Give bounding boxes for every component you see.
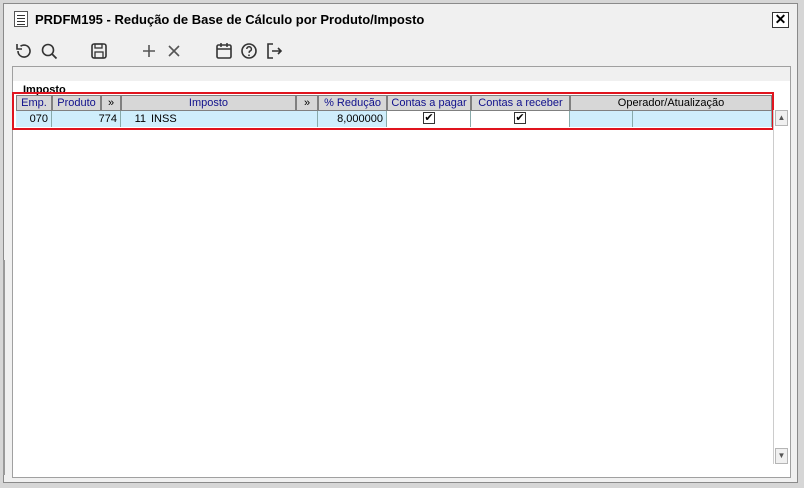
main-window: PRDFM195 - Redução de Base de Cálculo po… bbox=[3, 3, 798, 483]
window-title: PRDFM195 - Redução de Base de Cálculo po… bbox=[35, 12, 425, 27]
document-icon bbox=[14, 11, 28, 27]
content-header-strip bbox=[13, 67, 790, 81]
scroll-down-icon[interactable]: ▼ bbox=[775, 448, 788, 464]
grid-highlight-border bbox=[12, 92, 774, 130]
help-icon[interactable] bbox=[238, 40, 260, 62]
left-divider bbox=[3, 260, 5, 475]
toolbar bbox=[4, 36, 797, 66]
search-icon[interactable] bbox=[38, 40, 60, 62]
scroll-up-icon[interactable]: ▲ bbox=[775, 110, 788, 126]
calendar-icon[interactable] bbox=[213, 40, 235, 62]
close-button[interactable]: ✕ bbox=[772, 12, 789, 28]
delete-icon[interactable] bbox=[163, 40, 185, 62]
vertical-scrollbar[interactable]: ▲ ▼ bbox=[773, 110, 788, 464]
save-icon[interactable] bbox=[88, 40, 110, 62]
title-bar: PRDFM195 - Redução de Base de Cálculo po… bbox=[4, 4, 797, 34]
exit-icon[interactable] bbox=[263, 40, 285, 62]
refresh-icon[interactable] bbox=[13, 40, 35, 62]
add-icon[interactable] bbox=[138, 40, 160, 62]
